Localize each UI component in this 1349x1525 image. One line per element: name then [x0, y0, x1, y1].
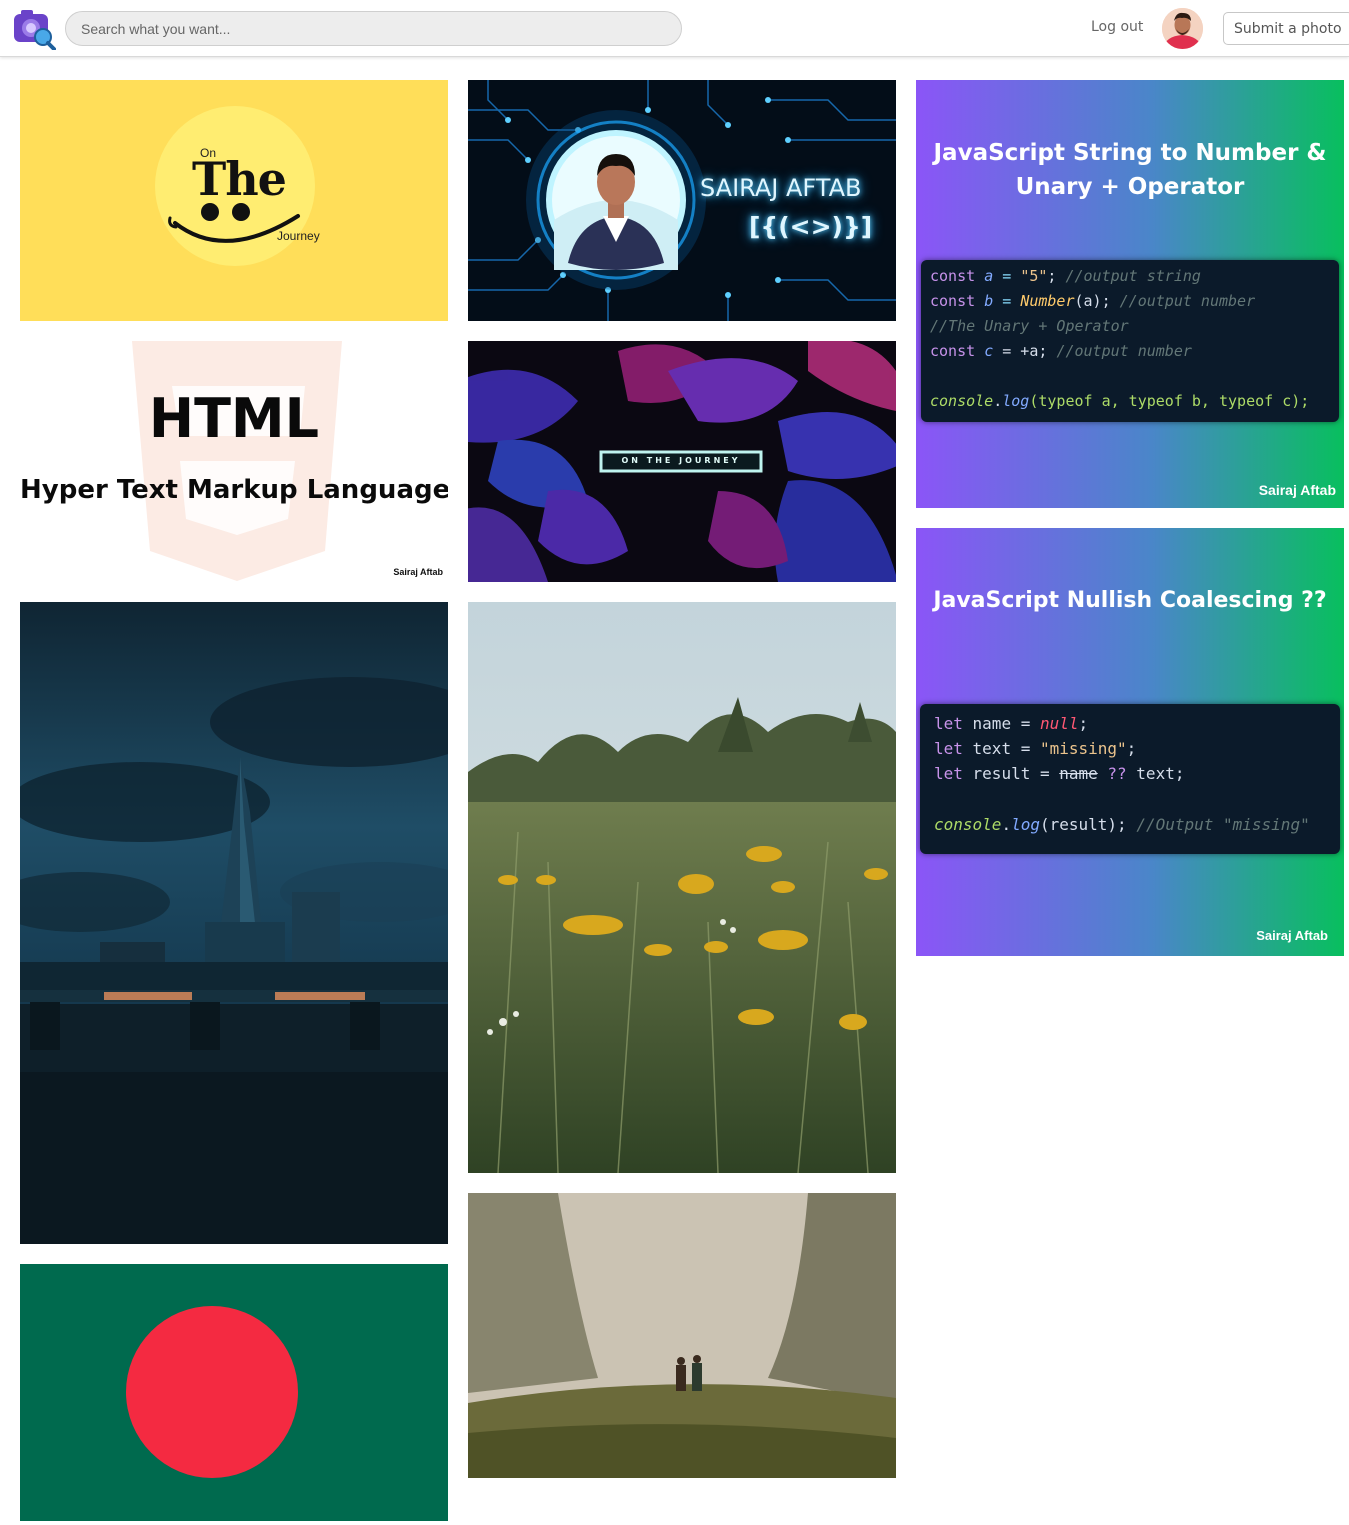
logo-text-journey: Journey	[277, 229, 320, 243]
js-string-title-line2: Unary + Operator	[1015, 174, 1245, 200]
js-string-title-line1: JavaScript String to Number &	[933, 140, 1327, 166]
js-string-author: Sairaj Aftab	[1258, 482, 1336, 498]
leaves-badge-text: ON THE JOURNEY	[621, 456, 741, 465]
photo-city-skyline-night[interactable]	[20, 602, 448, 1244]
js-string-code-block: const a = "5"; //output string const b =…	[921, 260, 1339, 422]
code-line: console.log(typeof a, typeof b, typeof c…	[930, 392, 1310, 410]
js-nullish-author: Sairaj Aftab	[1256, 928, 1328, 943]
camera-search-logo-icon[interactable]	[12, 8, 56, 51]
photo-sairaj-aftab-banner[interactable]: SAIRAJ AFTAB [{(<>)}]	[468, 80, 896, 321]
photo-bangladesh-flag[interactable]	[20, 1264, 448, 1521]
photo-html-hyper-text-markup-language[interactable]: HTML Hyper Text Markup Language Sairaj A…	[20, 341, 448, 582]
banner-name: SAIRAJ AFTAB	[700, 174, 862, 202]
photo-js-string-to-number-card[interactable]: JavaScript String to Number & Unary + Op…	[916, 80, 1344, 508]
photo-wildflowers-meadow[interactable]	[468, 602, 896, 1173]
html-author: Sairaj Aftab	[393, 567, 443, 577]
code-line: const b = Number(a); //output number	[930, 292, 1256, 310]
js-nullish-code-block: let name = null; let text = "missing"; l…	[920, 704, 1340, 854]
code-line: let name = null;	[934, 714, 1089, 733]
code-line: let result = name ?? text;	[934, 764, 1185, 783]
submit-photo-button[interactable]: Submit a photo	[1223, 12, 1349, 45]
photo-couple-foggy-field[interactable]	[468, 1193, 896, 1478]
logout-link[interactable]: Log out	[1091, 19, 1143, 35]
photo-on-the-journey-logo[interactable]: On The Journey	[20, 80, 448, 321]
photo-neon-leaves[interactable]: ON THE JOURNEY	[468, 341, 896, 582]
user-avatar[interactable]	[1162, 8, 1203, 49]
code-line: console.log(result); //Output "missing"	[934, 815, 1310, 834]
code-line: const c = +a; //output number	[930, 342, 1192, 360]
code-line: //The Unary + Operator	[930, 317, 1129, 335]
code-line: const a = "5"; //output string	[930, 267, 1201, 285]
html-subtitle: Hyper Text Markup Language	[20, 475, 448, 505]
banner-code-brackets: [{(<>)}]	[749, 212, 873, 241]
search-input[interactable]	[65, 11, 682, 46]
code-line: let text = "missing";	[934, 739, 1137, 758]
logo-text-the: The	[192, 152, 287, 206]
top-navbar: Log out Submit a photo	[0, 0, 1349, 57]
photo-js-nullish-coalescing-card[interactable]: JavaScript Nullish Coalescing ?? let nam…	[916, 528, 1344, 956]
html-title: HTML	[148, 387, 320, 450]
js-nullish-title: JavaScript Nullish Coalescing ??	[933, 588, 1327, 613]
